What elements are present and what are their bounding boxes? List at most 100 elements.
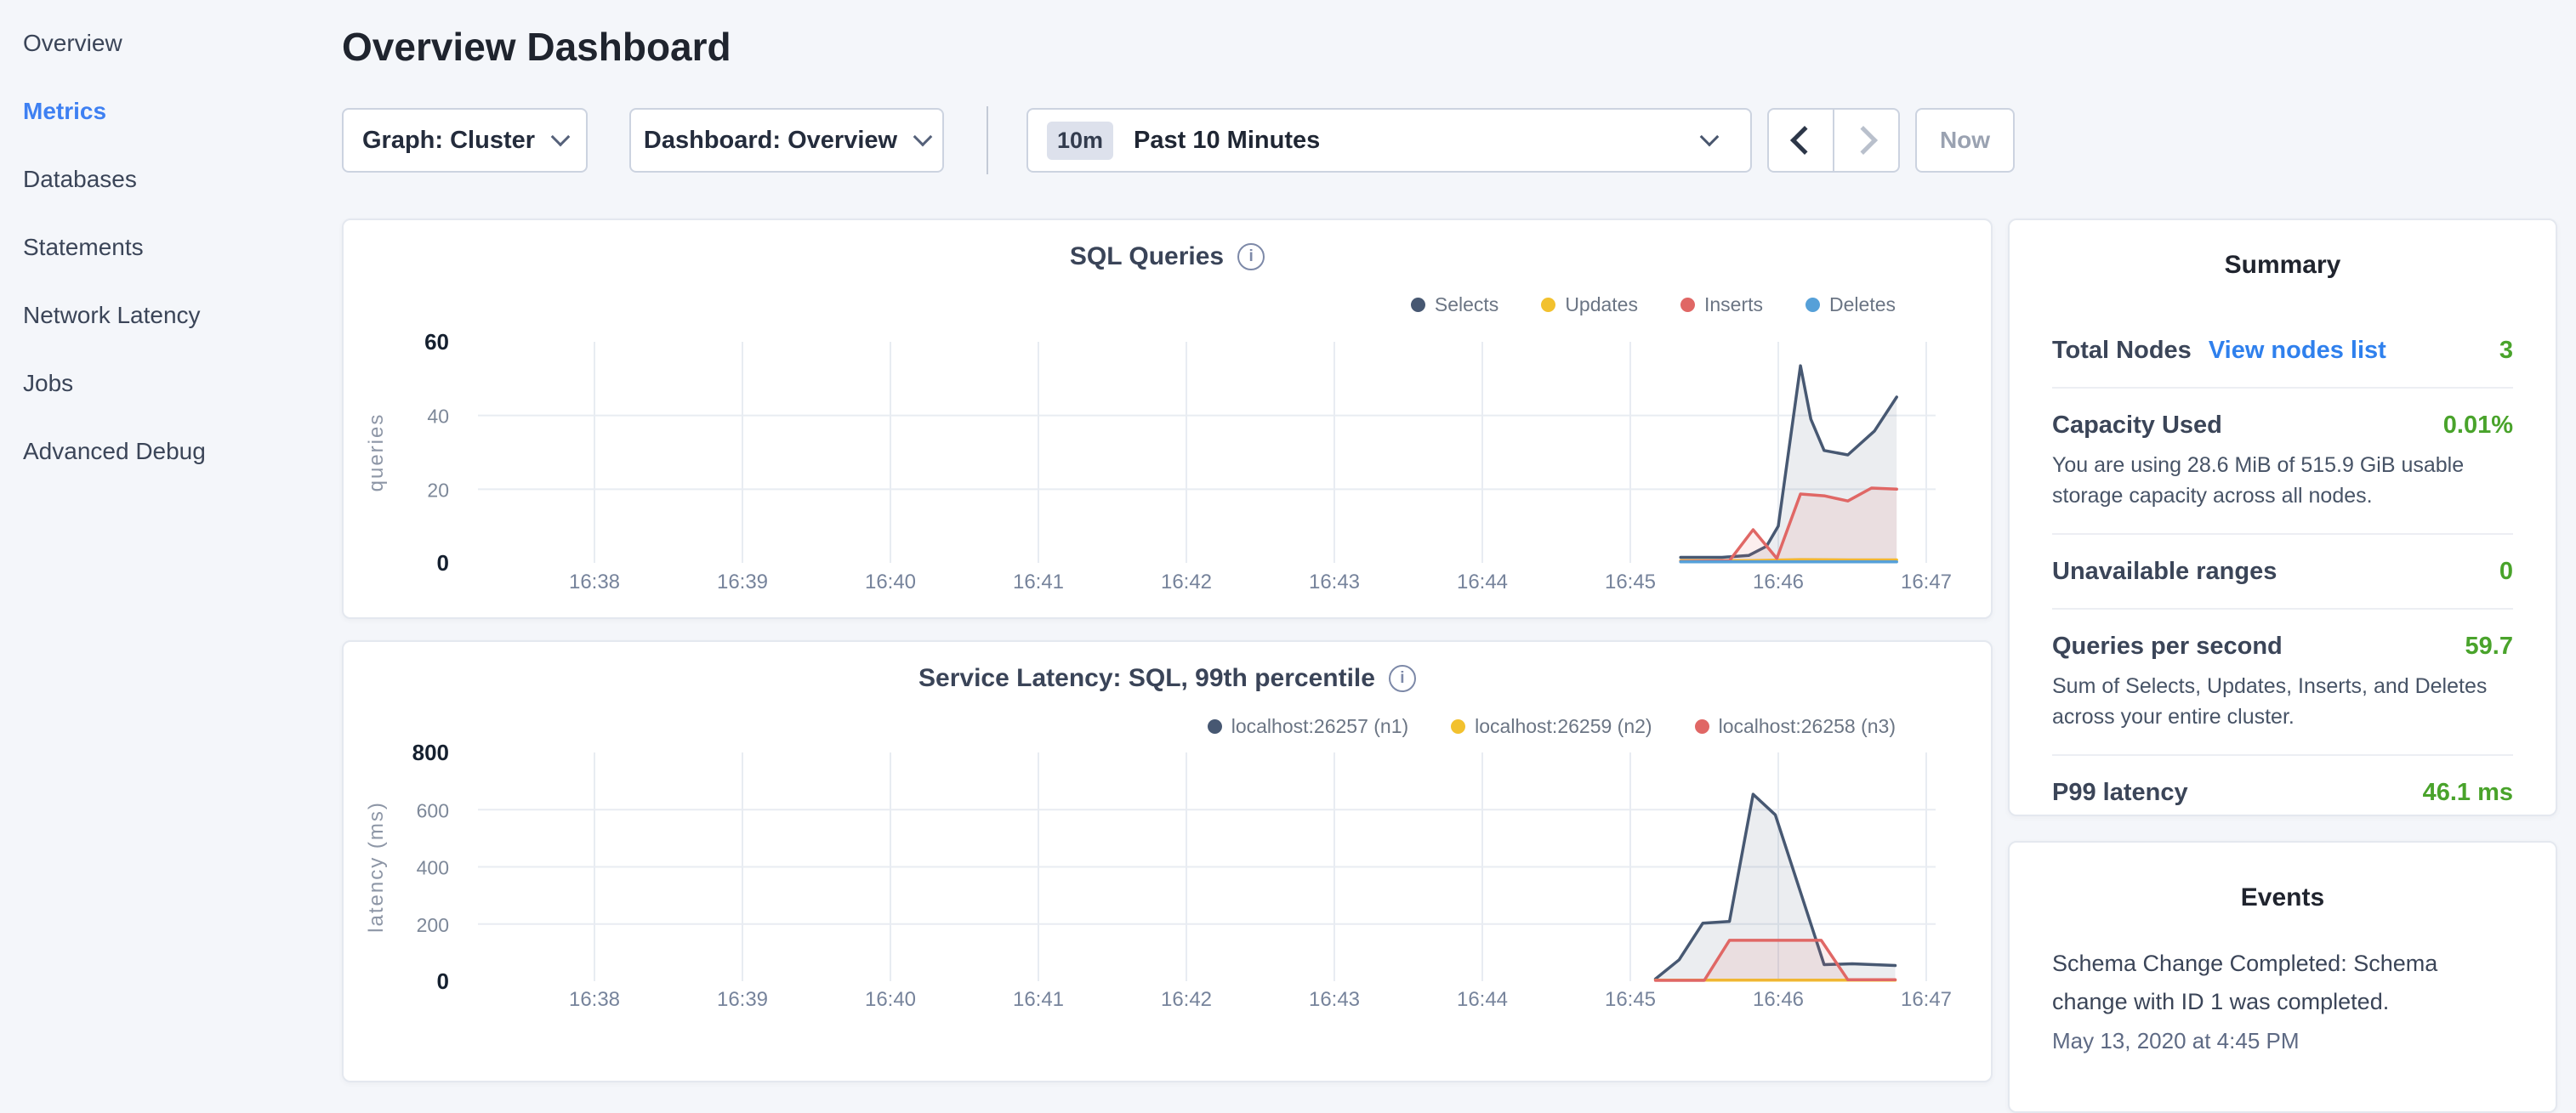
x-axis-labels: 16:3816:3916:4016:4116:4216:4316:4416:45… (569, 988, 1952, 1011)
legend-item-inserts: Inserts (1680, 293, 1763, 316)
summary-row-top: Capacity Used 0.01% (2052, 411, 2513, 440)
events-title: Events (2010, 843, 2556, 912)
svg-text:16:40: 16:40 (865, 988, 916, 1011)
legend-dot-icon (1208, 719, 1222, 734)
metrics-page: { "sidebar": { "items": [ {"label": "Ove… (0, 0, 2576, 1051)
summary-row-description: You are using 28.6 MiB of 515.9 GiB usab… (2052, 450, 2513, 511)
svg-text:16:41: 16:41 (1013, 571, 1064, 593)
summary-row-value: 0.01% (2443, 411, 2513, 440)
sidebar-item-statements[interactable]: Statements (23, 235, 340, 260)
view-nodes-list-link[interactable]: View nodes list (2209, 336, 2386, 365)
summary-row-label: Total Nodes (2052, 336, 2192, 365)
service-latency-chart-card: Service Latency: SQL, 99th percentile i … (342, 640, 1993, 1082)
dashboard-dropdown-label: Dashboard: Overview (644, 127, 897, 155)
svg-text:16:45: 16:45 (1605, 571, 1656, 593)
sidebar-item-jobs[interactable]: Jobs (23, 371, 340, 396)
svg-text:16:47: 16:47 (1901, 571, 1952, 593)
series (1680, 366, 1896, 563)
chart-title: SQL Queries (1070, 242, 1224, 271)
svg-text:16:38: 16:38 (569, 571, 620, 593)
svg-text:16:39: 16:39 (717, 988, 768, 1011)
sidebar-item-metrics[interactable]: Metrics (23, 99, 340, 124)
svg-text:16:41: 16:41 (1013, 988, 1064, 1011)
svg-text:0: 0 (437, 550, 449, 576)
chart-title-row: SQL Queries i (344, 242, 1991, 271)
legend-label: localhost:26258 (n3) (1719, 715, 1896, 738)
prev-time-window-button[interactable] (1769, 110, 1833, 171)
svg-text:16:45: 16:45 (1605, 988, 1656, 1011)
legend-label: Updates (1565, 293, 1638, 316)
svg-text:200: 200 (417, 914, 449, 936)
info-icon[interactable]: i (1389, 665, 1416, 692)
summary-row-total-nodes: Total Nodes View nodes list 3 (2052, 314, 2513, 389)
svg-text:16:43: 16:43 (1309, 988, 1360, 1011)
event-text: Schema Change Completed: Schema change w… (2052, 945, 2477, 1021)
chevron-down-icon (551, 128, 571, 147)
legend-dot-icon (1695, 719, 1709, 734)
summary-row-label: Capacity Used (2052, 411, 2222, 440)
y-axis-unit-label: queries (365, 413, 388, 492)
gridlines (478, 342, 1936, 563)
sql-queries-plot[interactable]: 020406016:3816:3916:4016:4116:4216:4316:… (344, 220, 1994, 621)
x-axis-labels: 16:3816:3916:4016:4116:4216:4316:4416:45… (569, 571, 1952, 593)
legend-label: localhost:26259 (n2) (1475, 715, 1652, 738)
next-time-window-button[interactable] (1833, 110, 1898, 171)
time-range-badge: 10m (1047, 122, 1113, 160)
event-item[interactable]: Schema Change Completed: Schema change w… (2052, 945, 2513, 1054)
legend-label: localhost:26257 (n1) (1231, 715, 1408, 738)
summary-row-top: Total Nodes View nodes list 3 (2052, 336, 2513, 365)
time-window-pager (1767, 108, 1900, 173)
legend-dot-icon (1541, 298, 1555, 312)
summary-row-description: Sum of Selects, Updates, Inserts, and De… (2052, 671, 2513, 732)
events-panel: Events Schema Change Completed: Schema c… (2008, 841, 2557, 1113)
chart-legend: SelectsUpdatesInsertsDeletes (1411, 293, 1896, 316)
legend-item-selects: Selects (1411, 293, 1498, 316)
sidebar-item-network-latency[interactable]: Network Latency (23, 303, 340, 328)
now-button[interactable]: Now (1915, 108, 2015, 173)
sidebar-item-databases[interactable]: Databases (23, 167, 340, 192)
graph-scope-dropdown[interactable]: Graph: Cluster (342, 108, 588, 173)
svg-text:16:40: 16:40 (865, 571, 916, 593)
service-latency-sql-99th-percentile-plot[interactable]: 020040060080016:3816:3916:4016:4116:4216… (344, 642, 1994, 1084)
page-title: Overview Dashboard (342, 24, 731, 70)
svg-text:60: 60 (424, 329, 449, 355)
svg-text:16:44: 16:44 (1457, 571, 1508, 593)
toolbar-divider (987, 106, 988, 174)
time-range-selector[interactable]: 10m Past 10 Minutes (1026, 108, 1752, 173)
graph-scope-dropdown-label: Graph: Cluster (362, 127, 535, 155)
svg-text:600: 600 (417, 799, 449, 821)
summary-row-value: 0 (2499, 557, 2513, 586)
sidebar-item-advanced-debug[interactable]: Advanced Debug (23, 439, 340, 464)
summary-row-value: 3 (2499, 336, 2513, 365)
legend-dot-icon (1451, 719, 1465, 734)
y-axis-labels: 0204060 (424, 329, 449, 576)
summary-panel: Summary Total NodesView nodes list3Capac… (2008, 219, 2557, 816)
sidebar-item-overview[interactable]: Overview (23, 31, 340, 56)
summary-row-capacity-used: Capacity Used 0.01% You are using 28.6 MiB… (2052, 389, 2513, 535)
svg-text:16:43: 16:43 (1309, 571, 1360, 593)
legend-dot-icon (1805, 298, 1820, 312)
summary-row-top: P99 latency46.1 ms (2052, 778, 2513, 807)
summary-row-p99-latency: P99 latency46.1 ms (2052, 756, 2513, 816)
svg-text:16:47: 16:47 (1901, 988, 1952, 1011)
chevron-down-icon (1700, 128, 1720, 147)
series (1656, 794, 1896, 981)
chart-legend: localhost:26257 (n1) localhost:26259 (n2)… (1208, 715, 1896, 738)
legend-label: Selects (1435, 293, 1498, 316)
svg-text:16:39: 16:39 (717, 571, 768, 593)
summary-row-label: Queries per second (2052, 632, 2283, 661)
chevron-down-icon (913, 128, 933, 147)
svg-text:16:46: 16:46 (1753, 571, 1804, 593)
y-axis-unit-label: latency (ms) (365, 801, 388, 933)
legend-item-localhost-26258-n3-: localhost:26258 (n3) (1695, 715, 1896, 738)
chevron-left-icon (1790, 126, 1819, 155)
dashboard-dropdown[interactable]: Dashboard: Overview (629, 108, 944, 173)
summary-row-value: 59.7 (2465, 632, 2513, 661)
svg-text:16:46: 16:46 (1753, 988, 1804, 1011)
summary-row-queries-per-second: Queries per second 59.7 Sum of Selects, Up… (2052, 610, 2513, 756)
svg-text:0: 0 (437, 968, 449, 994)
svg-text:16:44: 16:44 (1457, 988, 1508, 1011)
info-icon[interactable]: i (1237, 243, 1265, 270)
summary-row-unavailable-ranges: Unavailable ranges0 (2052, 535, 2513, 610)
summary-row-top: Unavailable ranges0 (2052, 557, 2513, 586)
